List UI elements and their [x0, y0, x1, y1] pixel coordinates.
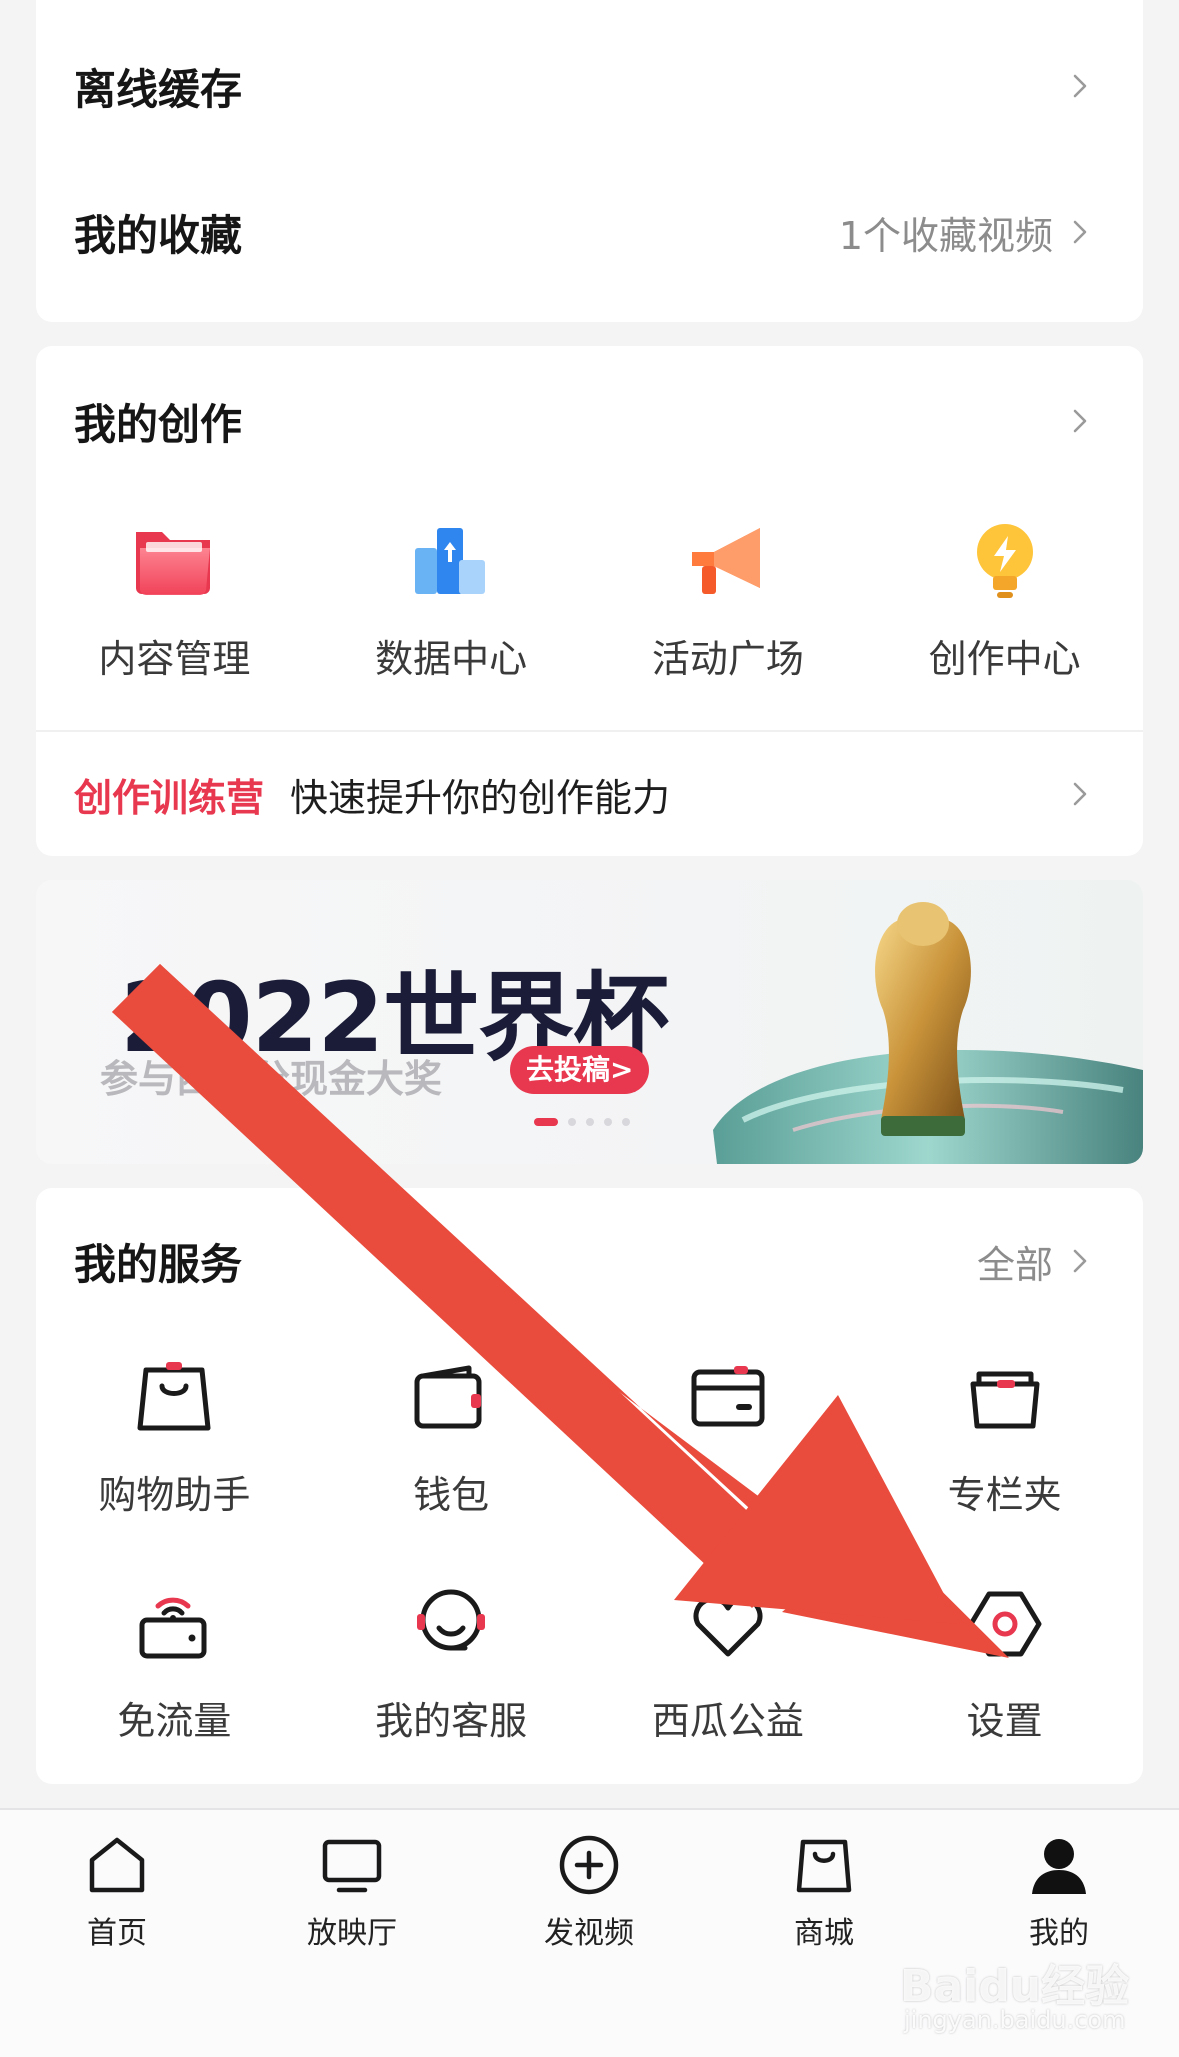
favorites-label: 我的收藏 — [74, 210, 243, 260]
favorites-row[interactable]: 我的收藏 1个收藏视频 — [36, 174, 1143, 290]
service-item-label: 购物助手 — [98, 1473, 251, 1517]
chevron-right-icon — [1067, 408, 1093, 434]
shopping-bag-icon — [130, 1354, 218, 1442]
creation-item-activity-square[interactable]: 活动广场 — [590, 518, 867, 683]
creation-item-data-center[interactable]: 数据中心 — [313, 518, 590, 683]
heart-icon — [684, 1580, 772, 1668]
camp-tag: 创作训练营 — [74, 775, 265, 820]
services-card: 我的服务 全部 购物助手 钱包 专栏夹 免流量 我的客服 西瓜公益 设置 — [36, 1188, 1143, 1784]
chevron-right-icon — [1067, 219, 1093, 245]
services-grid-row-2: 免流量 我的客服 西瓜公益 设置 — [36, 1580, 1143, 1745]
chevron-right-icon — [1067, 73, 1093, 99]
tab-label: 我的 — [1029, 1916, 1089, 1951]
pagination-dot — [604, 1118, 612, 1126]
services-header[interactable]: 我的服务 全部 — [36, 1222, 1143, 1300]
profile-icon — [1026, 1832, 1092, 1898]
home-icon — [84, 1832, 150, 1898]
tab-home[interactable]: 首页 — [42, 1832, 192, 1952]
promo-banner[interactable]: 2022世界杯 参与西瓜分现金大奖 去投稿> — [36, 880, 1143, 1164]
free-data-icon — [130, 1580, 218, 1668]
creation-item-label: 活动广场 — [651, 637, 804, 681]
pagination-dot — [586, 1118, 594, 1126]
creation-item-label: 创作中心 — [928, 637, 1081, 681]
services-title: 我的服务 — [74, 1239, 243, 1289]
creation-card: 我的创作 内容管理 数据中心 活动广场 创作中心 创作训练营 快速提升你的创作能… — [36, 346, 1143, 856]
data-chart-icon — [407, 518, 495, 606]
watermark-url: jingyan.baidu.com — [904, 2006, 1126, 2034]
megaphone-icon — [684, 518, 772, 606]
tab-mine[interactable]: 我的 — [984, 1832, 1134, 1952]
tv-icon — [319, 1832, 385, 1898]
service-item-free-data[interactable]: 免流量 — [36, 1580, 313, 1745]
chevron-right-icon — [1067, 781, 1093, 807]
service-item-label: 我的客服 — [375, 1699, 528, 1743]
tab-cinema[interactable]: 放映厅 — [277, 1832, 427, 1952]
service-item-card[interactable] — [590, 1354, 867, 1519]
tab-label: 放映厅 — [307, 1916, 397, 1951]
services-grid-row-1: 购物助手 钱包 专栏夹 — [36, 1354, 1143, 1519]
service-item-shopping-assistant[interactable]: 购物助手 — [36, 1354, 313, 1519]
folder-icon — [130, 518, 218, 606]
creation-header[interactable]: 我的创作 — [36, 382, 1143, 460]
offline-cache-row[interactable]: 离线缓存 — [36, 28, 1143, 144]
tab-label: 发视频 — [544, 1916, 634, 1951]
service-item-column-folder[interactable]: 专栏夹 — [866, 1354, 1143, 1519]
mall-bag-icon — [791, 1832, 857, 1898]
pagination-dot — [568, 1118, 576, 1126]
creation-camp-row[interactable]: 创作训练营 快速提升你的创作能力 — [36, 732, 1143, 856]
baidu-jingyan-watermark: Baidu经验 — [900, 1961, 1130, 2012]
creation-item-label: 数据中心 — [375, 637, 528, 681]
service-item-charity[interactable]: 西瓜公益 — [590, 1580, 867, 1745]
services-all-link[interactable]: 全部 — [977, 1234, 1053, 1289]
pagination-dot — [622, 1118, 630, 1126]
headset-icon — [407, 1580, 495, 1668]
creation-item-content-manage[interactable]: 内容管理 — [36, 518, 313, 683]
service-item-wallet[interactable]: 钱包 — [313, 1354, 590, 1519]
banner-submit-button[interactable]: 去投稿> — [510, 1046, 650, 1094]
chevron-right-icon — [1067, 1248, 1093, 1274]
lightbulb-icon — [961, 518, 1049, 606]
creation-item-creator-center[interactable]: 创作中心 — [866, 518, 1143, 683]
service-item-label: 免流量 — [117, 1699, 232, 1743]
creation-title: 我的创作 — [74, 399, 243, 449]
wallet-icon — [407, 1354, 495, 1442]
service-item-label: 西瓜公益 — [651, 1699, 804, 1743]
banner-pagination — [534, 1118, 630, 1126]
tab-label: 首页 — [87, 1916, 147, 1951]
service-item-label: 专栏夹 — [947, 1473, 1062, 1517]
tab-label: 商城 — [794, 1916, 854, 1951]
pagination-dot — [534, 1118, 558, 1126]
camp-text: 快速提升你的创作能力 — [290, 775, 671, 820]
plus-circle-icon — [556, 1832, 622, 1898]
service-item-settings[interactable]: 设置 — [866, 1580, 1143, 1745]
column-folder-icon — [961, 1354, 1049, 1442]
offline-cache-label: 离线缓存 — [74, 64, 243, 114]
settings-hexagon-icon — [961, 1580, 1049, 1668]
tab-post-video[interactable]: 发视频 — [514, 1832, 664, 1952]
storage-card: 离线缓存 我的收藏 1个收藏视频 — [36, 0, 1143, 322]
favorites-count: 1个收藏视频 — [838, 213, 1053, 258]
creation-item-label: 内容管理 — [98, 637, 251, 681]
world-cup-trophy-image — [713, 902, 1143, 1164]
service-item-customer-service[interactable]: 我的客服 — [313, 1580, 590, 1745]
banner-subtitle: 参与西瓜分现金大奖 — [100, 1057, 443, 1101]
card-icon — [684, 1354, 772, 1442]
service-item-label: 设置 — [966, 1699, 1043, 1743]
creation-grid: 内容管理 数据中心 活动广场 创作中心 — [36, 518, 1143, 683]
service-item-label: 钱包 — [413, 1473, 490, 1517]
tab-mall[interactable]: 商城 — [749, 1832, 899, 1952]
